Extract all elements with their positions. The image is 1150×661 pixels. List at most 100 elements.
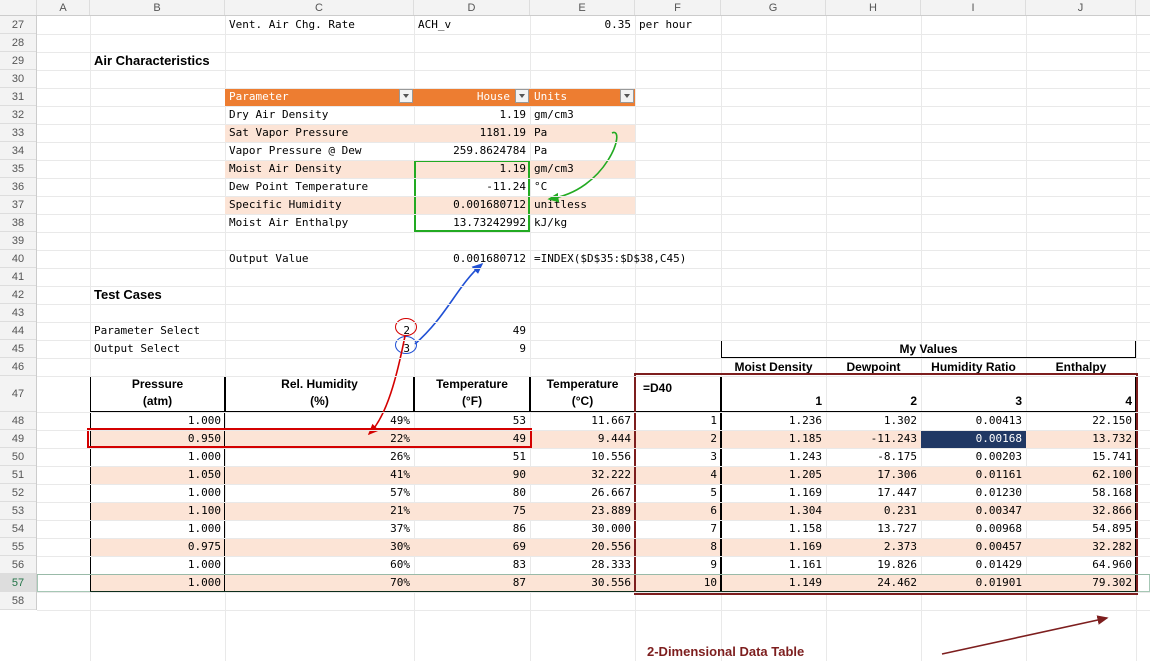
table-cell[interactable]: 1.000	[90, 448, 225, 466]
table-cell[interactable]: 7	[635, 520, 721, 538]
cell-G47[interactable]: 1	[721, 392, 826, 410]
col-G[interactable]: G	[721, 0, 826, 15]
cell-C44[interactable]: 2	[225, 322, 414, 340]
cell-J47[interactable]: 4	[1026, 392, 1136, 410]
table-cell[interactable]: 80	[414, 484, 530, 502]
cell-units[interactable]: gm/cm3	[530, 106, 635, 124]
cell-units[interactable]: °C	[530, 178, 635, 196]
cell-D27[interactable]: ACH_v	[414, 16, 530, 34]
table-cell[interactable]: 9	[635, 556, 721, 574]
table-cell[interactable]: 1.161	[721, 556, 826, 574]
table-cell[interactable]: 1.149	[721, 574, 826, 592]
cell-F27[interactable]: per hour	[635, 16, 721, 34]
table-cell[interactable]: 22.150	[1026, 412, 1136, 430]
table-cell[interactable]: 0.01161	[921, 466, 1026, 484]
col-F[interactable]: F	[635, 0, 721, 15]
table-cell[interactable]: 69	[414, 538, 530, 556]
label-parameter-select[interactable]: Parameter Select	[90, 322, 225, 340]
cell-C27[interactable]: Vent. Air Chg. Rate	[225, 16, 414, 34]
table-cell[interactable]: 9.444	[530, 430, 635, 448]
hdr-units[interactable]: Units	[530, 88, 635, 106]
col-H[interactable]: H	[826, 0, 921, 15]
table-cell[interactable]: 1.100	[90, 502, 225, 520]
table-cell[interactable]: 10.556	[530, 448, 635, 466]
table-cell[interactable]: 13.732	[1026, 430, 1136, 448]
table-cell[interactable]: 32.282	[1026, 538, 1136, 556]
hdr-house[interactable]: House	[414, 88, 530, 106]
table-cell[interactable]: 1	[635, 412, 721, 430]
table-cell[interactable]: 1.185	[721, 430, 826, 448]
table-cell[interactable]: 1.000	[90, 520, 225, 538]
table-cell[interactable]: -8.175	[826, 448, 921, 466]
cell-H47[interactable]: 2	[826, 392, 921, 410]
col-E[interactable]: E	[530, 0, 635, 15]
cell-units[interactable]: kJ/kg	[530, 214, 635, 232]
table-cell[interactable]: 37%	[225, 520, 414, 538]
table-cell[interactable]: 0.00968	[921, 520, 1026, 538]
col-D[interactable]: D	[414, 0, 530, 15]
filter-icon[interactable]	[620, 89, 634, 103]
table-cell[interactable]: 0.01901	[921, 574, 1026, 592]
table-cell[interactable]: 1.243	[721, 448, 826, 466]
table-cell[interactable]: 32.222	[530, 466, 635, 484]
table-cell[interactable]: 90	[414, 466, 530, 484]
table-cell[interactable]: 49%	[225, 412, 414, 430]
col-B[interactable]: B	[90, 0, 225, 15]
table-cell[interactable]: 4	[635, 466, 721, 484]
table-cell[interactable]: 30.000	[530, 520, 635, 538]
hdr-parameter[interactable]: Parameter	[225, 88, 414, 106]
col-J[interactable]: J	[1026, 0, 1136, 15]
cell-units[interactable]: Pa	[530, 124, 635, 142]
table-cell[interactable]: 1.000	[90, 556, 225, 574]
label-output-select[interactable]: Output Select	[90, 340, 225, 358]
column-headers[interactable]: A B C D E F G H I J	[0, 0, 1150, 16]
table-cell[interactable]: 53	[414, 412, 530, 430]
col-I[interactable]: I	[921, 0, 1026, 15]
col-A[interactable]: A	[37, 0, 90, 15]
table-cell[interactable]: 1.000	[90, 574, 225, 592]
table-cell[interactable]: 23.889	[530, 502, 635, 520]
cell-house[interactable]: -11.24	[414, 178, 530, 196]
table-cell[interactable]: 2	[635, 430, 721, 448]
table-cell[interactable]: 30%	[225, 538, 414, 556]
table-cell[interactable]: 49	[414, 430, 530, 448]
cell-I49-over[interactable]: 0.00168	[921, 430, 1026, 448]
cell-units[interactable]: gm/cm3	[530, 160, 635, 178]
table-cell[interactable]: 70%	[225, 574, 414, 592]
table-cell[interactable]: 5	[635, 484, 721, 502]
table-cell[interactable]: 13.727	[826, 520, 921, 538]
cell-F47[interactable]: =D40	[639, 379, 721, 397]
table-cell[interactable]: 22%	[225, 430, 414, 448]
cell-param[interactable]: Moist Air Density	[225, 160, 414, 178]
cell-D40[interactable]: 0.001680712	[414, 250, 530, 268]
table-cell[interactable]: 0.00347	[921, 502, 1026, 520]
table-cell[interactable]: 2.373	[826, 538, 921, 556]
table-cell[interactable]: 0.950	[90, 430, 225, 448]
table-cell[interactable]: 17.306	[826, 466, 921, 484]
cell-house[interactable]: 259.8624784	[414, 142, 530, 160]
table-cell[interactable]: 11.667	[530, 412, 635, 430]
table-cell[interactable]: 64.960	[1026, 556, 1136, 574]
table-cell[interactable]: 0.00413	[921, 412, 1026, 430]
table-cell[interactable]: 1.169	[721, 484, 826, 502]
table-cell[interactable]: 8	[635, 538, 721, 556]
table-cell[interactable]: 10	[635, 574, 721, 592]
cell-param[interactable]: Moist Air Enthalpy	[225, 214, 414, 232]
table-cell[interactable]: 20.556	[530, 538, 635, 556]
table-cell[interactable]: 1.158	[721, 520, 826, 538]
table-cell[interactable]: 0.01429	[921, 556, 1026, 574]
table-cell[interactable]: 62.100	[1026, 466, 1136, 484]
table-cell[interactable]: 3	[635, 448, 721, 466]
table-cell[interactable]: 6	[635, 502, 721, 520]
table-cell[interactable]: 19.826	[826, 556, 921, 574]
cell-param[interactable]: Sat Vapor Pressure	[225, 124, 414, 142]
row-headers[interactable]: 27 28 29 30 31 32 33 34 35 36 37 38 39 4…	[0, 16, 37, 610]
table-cell[interactable]: 1.050	[90, 466, 225, 484]
table-cell[interactable]: 28.333	[530, 556, 635, 574]
table-cell[interactable]: 21%	[225, 502, 414, 520]
cell-E27[interactable]: 0.35	[530, 16, 635, 34]
cell-house[interactable]: 13.73242992	[414, 214, 530, 232]
table-cell[interactable]: 1.205	[721, 466, 826, 484]
cell-C45[interactable]: 3	[225, 340, 414, 358]
cell-param[interactable]: Dry Air Density	[225, 106, 414, 124]
